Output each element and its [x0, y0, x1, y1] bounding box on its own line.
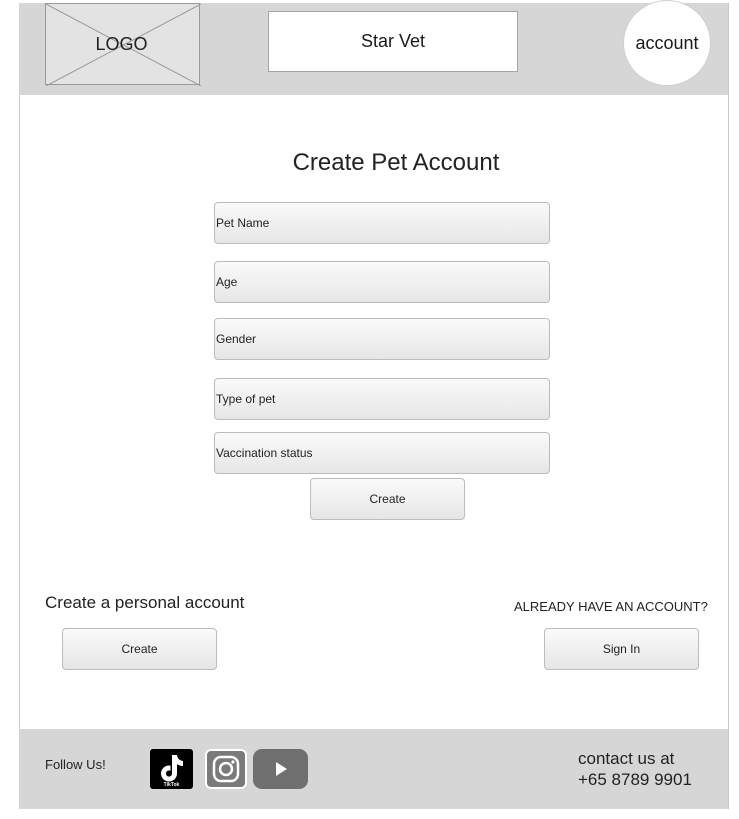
account-button[interactable]: account [623, 0, 711, 86]
contact-line-1: contact us at [578, 749, 675, 768]
logo-placeholder: LOGO [45, 3, 201, 86]
contact-phone: +65 8789 9901 [578, 770, 692, 789]
logo-label: LOGO [95, 33, 148, 54]
personal-account-label: Create a personal account [45, 593, 245, 612]
tiktok-caption: TikTok [163, 782, 180, 788]
age-field[interactable] [214, 261, 550, 303]
pet-type-field[interactable] [214, 378, 550, 420]
form-title: Create Pet Account [292, 149, 500, 176]
instagram-icon[interactable] [205, 749, 247, 789]
site-title: Star Vet [268, 11, 518, 72]
create-pet-button[interactable]: Create [310, 478, 465, 520]
vaccination-status-field[interactable] [214, 432, 550, 474]
already-have-account-label: ALREADY HAVE AN ACCOUNT? [514, 599, 708, 614]
create-personal-account-button[interactable]: Create [62, 628, 217, 670]
tiktok-icon[interactable]: TikTok [150, 749, 193, 789]
sign-in-button[interactable]: Sign In [544, 628, 699, 670]
gender-field[interactable] [214, 318, 550, 360]
contact-info: contact us at +65 8789 9901 [578, 748, 692, 790]
pet-name-field[interactable] [214, 202, 550, 244]
youtube-icon[interactable] [253, 749, 308, 789]
follow-us-label: Follow Us! [45, 757, 106, 772]
